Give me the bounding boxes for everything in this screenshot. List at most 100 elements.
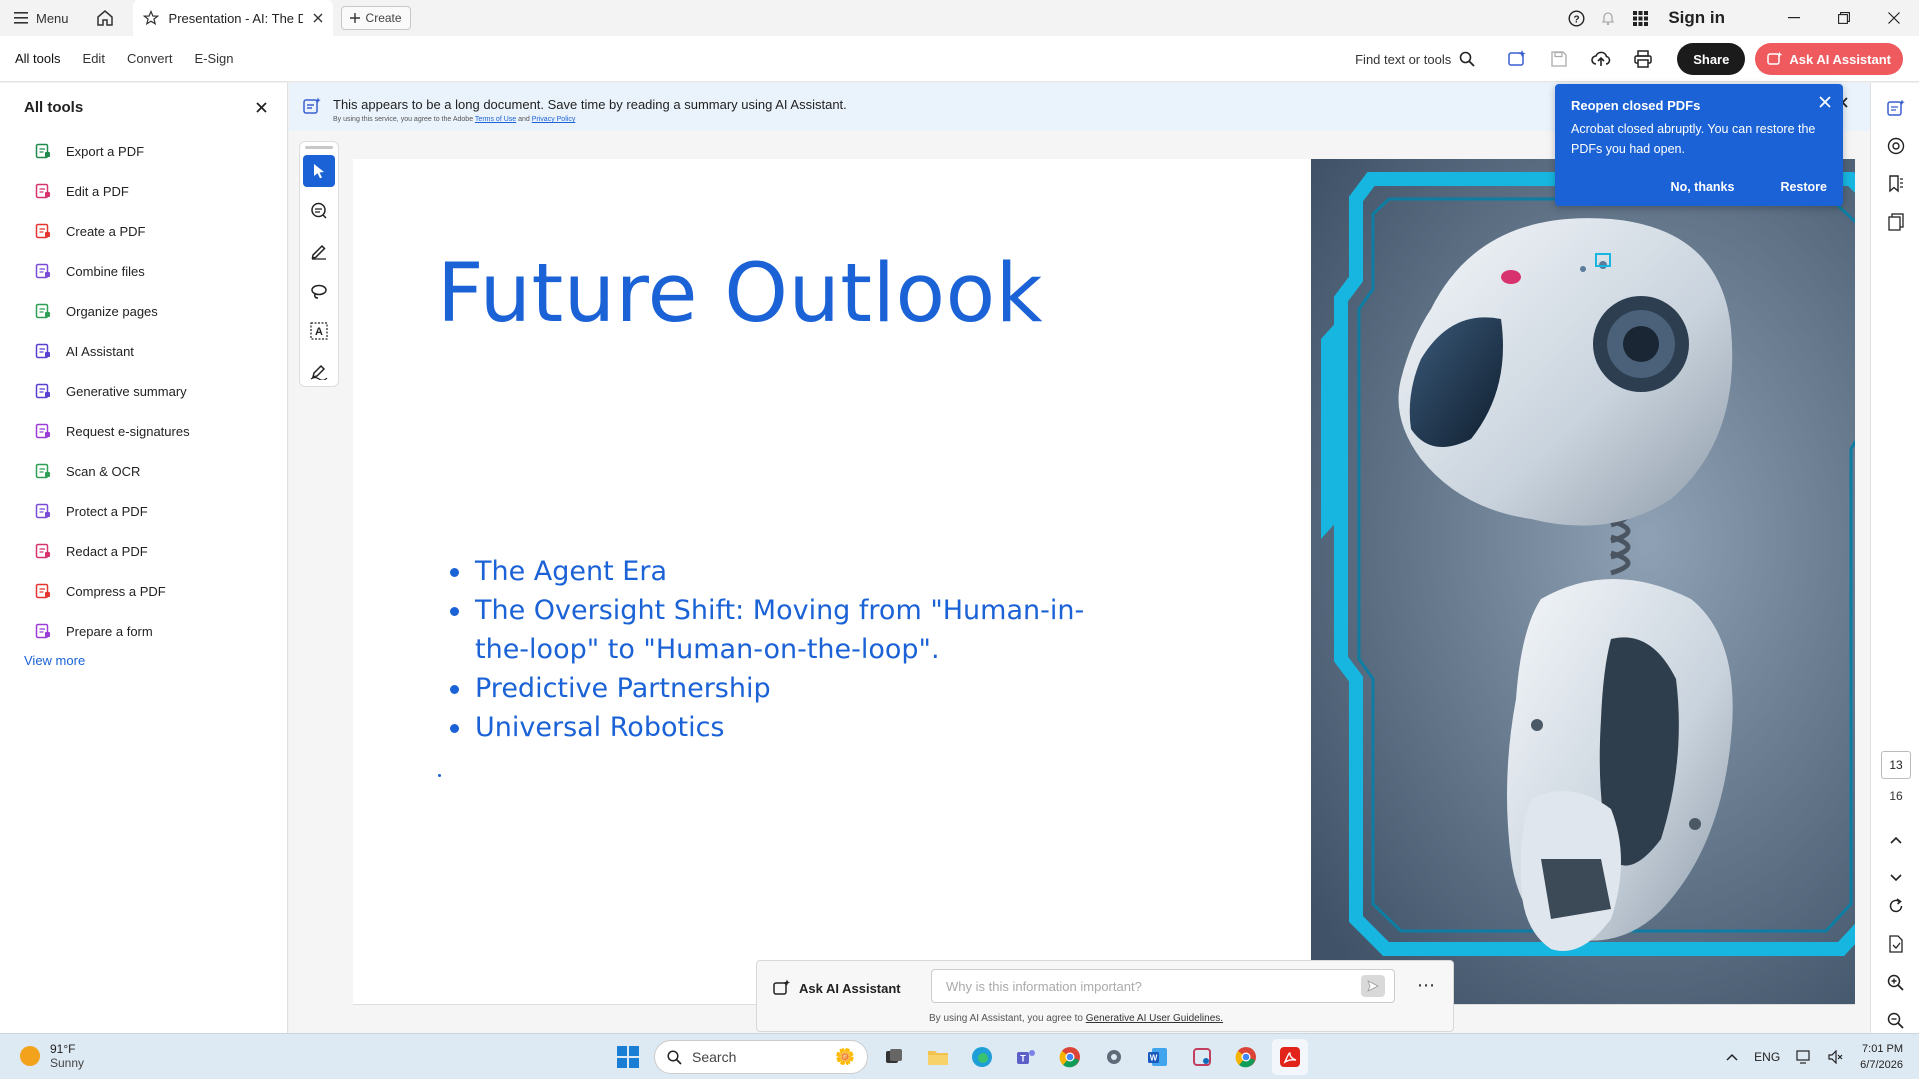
close-window-button[interactable] bbox=[1869, 0, 1919, 36]
zoom-in-button[interactable] bbox=[1871, 963, 1919, 1001]
privacy-policy-link[interactable]: Privacy Policy bbox=[532, 116, 576, 123]
star-icon[interactable] bbox=[142, 10, 159, 26]
current-page-input[interactable]: 13 bbox=[1881, 751, 1911, 779]
chevron-up-icon[interactable] bbox=[1726, 1053, 1738, 1061]
ai-tools-button[interactable] bbox=[1499, 41, 1535, 77]
restore-button[interactable]: Restore bbox=[1780, 180, 1827, 194]
tool-item[interactable]: Edit a PDF bbox=[0, 171, 287, 211]
more-options-icon[interactable]: ⋯ bbox=[1417, 975, 1436, 996]
tab-edit[interactable]: Edit bbox=[72, 36, 116, 82]
create-button[interactable]: Create bbox=[340, 6, 411, 30]
pages-rail-button[interactable] bbox=[1871, 203, 1919, 241]
save-button[interactable] bbox=[1541, 41, 1577, 77]
tool-item[interactable]: Redact a PDF bbox=[0, 531, 287, 571]
menu-button[interactable]: Menu bbox=[0, 0, 83, 36]
tools-grip[interactable] bbox=[305, 146, 333, 149]
minimize-button[interactable] bbox=[1769, 0, 1819, 36]
start-button[interactable] bbox=[610, 1039, 646, 1075]
settings-app[interactable] bbox=[1096, 1039, 1132, 1075]
ai-guidelines-link[interactable]: Generative AI User Guidelines. bbox=[1086, 1013, 1223, 1024]
taskbar-search[interactable]: Search 🌼 bbox=[654, 1040, 868, 1074]
snipping-tool-app[interactable] bbox=[1184, 1039, 1220, 1075]
chrome-app[interactable] bbox=[1052, 1039, 1088, 1075]
language-indicator[interactable]: ENG bbox=[1754, 1050, 1780, 1064]
title-bar: Menu Presentation - AI: The D... Create … bbox=[0, 0, 1919, 36]
tool-item[interactable]: Organize pages bbox=[0, 291, 287, 331]
text-tool[interactable]: A bbox=[303, 315, 335, 347]
sun-icon bbox=[20, 1046, 40, 1066]
tool-item[interactable]: Request e-signatures bbox=[0, 411, 287, 451]
tool-item[interactable]: AI Assistant bbox=[0, 331, 287, 371]
restore-button[interactable] bbox=[1819, 0, 1869, 36]
sign-in-link[interactable]: Sign in bbox=[1668, 8, 1725, 28]
select-tool[interactable] bbox=[303, 155, 335, 187]
chrome-profile-app[interactable] bbox=[1228, 1039, 1264, 1075]
ai-disclaimer: By using AI Assistant, you agree to Gene… bbox=[929, 1013, 1223, 1024]
file-explorer-app[interactable] bbox=[920, 1039, 956, 1075]
signature-pen-icon bbox=[310, 364, 328, 380]
ai-assistant-icon bbox=[773, 979, 790, 995]
menu-label: Menu bbox=[36, 10, 69, 26]
document-viewer: This appears to be a long document. Save… bbox=[289, 83, 1870, 1033]
home-button[interactable] bbox=[87, 0, 123, 36]
system-clock[interactable]: 7:01 PM 6/7/2026 bbox=[1860, 1041, 1903, 1073]
request-esignatures-icon bbox=[34, 422, 52, 440]
fit-page-button[interactable] bbox=[1871, 925, 1919, 963]
terms-of-use-link[interactable]: Terms of Use bbox=[475, 116, 516, 123]
apps-button[interactable] bbox=[1624, 0, 1656, 36]
close-toast-icon[interactable] bbox=[1819, 96, 1831, 108]
close-panel-icon[interactable] bbox=[256, 101, 267, 113]
print-button[interactable] bbox=[1625, 41, 1661, 77]
weather-temp: 91°F bbox=[50, 1042, 76, 1056]
ai-question-input[interactable] bbox=[931, 969, 1395, 1003]
no-thanks-button[interactable]: No, thanks bbox=[1671, 180, 1735, 194]
tool-item[interactable]: Export a PDF bbox=[0, 131, 287, 171]
tool-item[interactable]: Combine files bbox=[0, 251, 287, 291]
redact-pdf-icon bbox=[34, 542, 52, 560]
tab-esign[interactable]: E-Sign bbox=[183, 36, 244, 82]
tab-convert[interactable]: Convert bbox=[116, 36, 184, 82]
edge-app[interactable] bbox=[964, 1039, 1000, 1075]
document-tab[interactable]: Presentation - AI: The D... bbox=[132, 0, 333, 36]
ask-ai-assistant-button[interactable]: Ask AI Assistant bbox=[1755, 43, 1903, 75]
highlight-tool[interactable] bbox=[303, 235, 335, 267]
comment-tool[interactable] bbox=[303, 195, 335, 227]
bookmarks-rail-button[interactable] bbox=[1871, 165, 1919, 203]
ask-ai-label: Ask AI Assistant bbox=[1789, 51, 1891, 67]
tool-item[interactable]: Generative summary bbox=[0, 371, 287, 411]
cursor-icon bbox=[314, 164, 324, 179]
rotate-button[interactable] bbox=[1871, 887, 1919, 925]
previous-page-button[interactable] bbox=[1871, 821, 1919, 859]
tool-item[interactable]: Compress a PDF bbox=[0, 571, 287, 611]
search-icon bbox=[1459, 51, 1475, 67]
tool-item[interactable]: Scan & OCR bbox=[0, 451, 287, 491]
word-app[interactable]: W bbox=[1140, 1039, 1176, 1075]
close-tab-icon[interactable] bbox=[313, 13, 323, 23]
sign-tool[interactable] bbox=[303, 355, 335, 387]
find-tools-search[interactable]: Find text or tools bbox=[1355, 51, 1475, 67]
tab-all-tools[interactable]: All tools bbox=[0, 36, 72, 82]
text-box-icon: A bbox=[310, 322, 328, 340]
tool-item[interactable]: Create a PDF bbox=[0, 211, 287, 251]
comments-rail-button[interactable] bbox=[1871, 127, 1919, 165]
organize-pages-icon bbox=[34, 302, 52, 320]
hamburger-icon bbox=[14, 12, 28, 24]
tool-item[interactable]: Prepare a form bbox=[0, 611, 287, 651]
acrobat-app[interactable] bbox=[1272, 1039, 1308, 1075]
send-button[interactable] bbox=[1361, 975, 1385, 997]
save-icon bbox=[1551, 51, 1567, 67]
task-view-app[interactable] bbox=[876, 1039, 912, 1075]
teams-app[interactable]: T bbox=[1008, 1039, 1044, 1075]
volume-muted-icon[interactable] bbox=[1828, 1050, 1844, 1064]
share-button[interactable]: Share bbox=[1677, 43, 1746, 75]
generative-summary-rail-button[interactable] bbox=[1871, 89, 1919, 127]
view-more-link[interactable]: View more bbox=[0, 653, 287, 668]
network-icon[interactable] bbox=[1796, 1050, 1812, 1064]
tool-item[interactable]: Protect a PDF bbox=[0, 491, 287, 531]
notifications-button[interactable] bbox=[1592, 0, 1624, 36]
draw-tool[interactable] bbox=[303, 275, 335, 307]
help-button[interactable]: ? bbox=[1560, 0, 1592, 36]
upload-button[interactable] bbox=[1583, 41, 1619, 77]
reopen-pdfs-toast: Reopen closed PDFs Acrobat closed abrupt… bbox=[1555, 84, 1843, 206]
weather-widget[interactable]: 91°F Sunny bbox=[20, 1042, 84, 1070]
